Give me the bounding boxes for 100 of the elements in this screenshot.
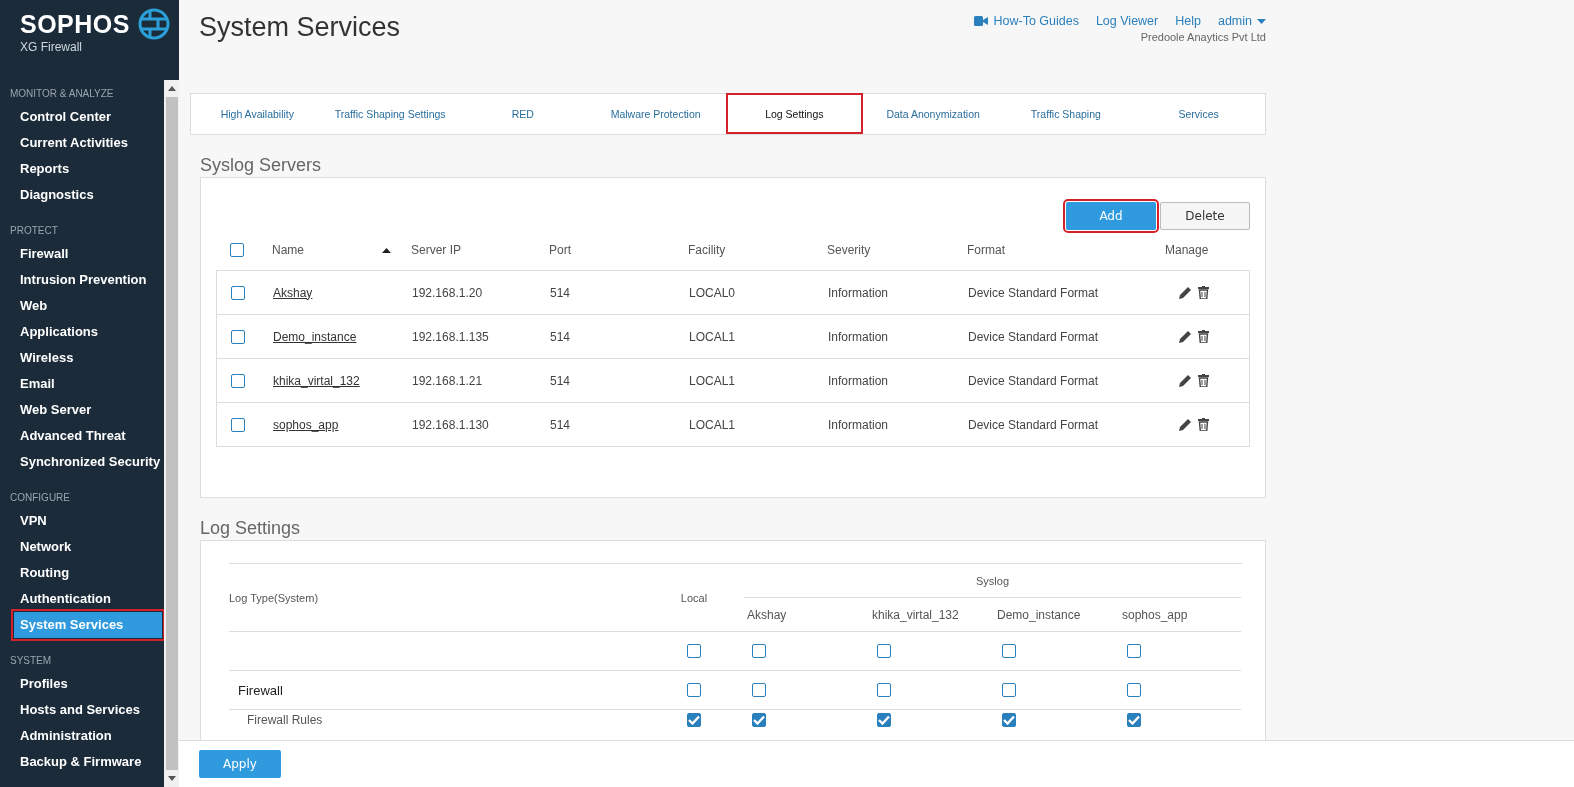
checkbox[interactable] bbox=[230, 243, 244, 257]
table-cell-text: 192.168.1.130 bbox=[412, 417, 490, 432]
checkbox[interactable] bbox=[1002, 683, 1016, 697]
trash-icon[interactable] bbox=[1198, 285, 1209, 299]
tab[interactable]: Data Anonymization bbox=[866, 94, 1000, 134]
column-header[interactable]: Manage bbox=[1165, 243, 1245, 257]
sidebar-item[interactable]: Synchronized Security bbox=[0, 449, 162, 475]
edit-icon[interactable] bbox=[1178, 285, 1192, 300]
checkbox[interactable] bbox=[877, 683, 891, 697]
log-type-label: Firewall bbox=[238, 682, 283, 698]
column-header: Local bbox=[644, 564, 744, 632]
column-header[interactable]: Severity bbox=[827, 243, 967, 257]
globe-icon bbox=[138, 8, 170, 40]
sidebar-item[interactable]: VPN bbox=[0, 508, 162, 534]
sidebar-item[interactable]: Authentication bbox=[0, 586, 162, 612]
caret-down-icon bbox=[1257, 18, 1266, 24]
tab[interactable]: Traffic Shaping Settings bbox=[323, 94, 457, 134]
sidebar-item[interactable]: Current Activities bbox=[0, 130, 162, 156]
column-header[interactable]: Facility bbox=[688, 243, 827, 257]
table-cell-text: Device Standard Format bbox=[968, 373, 1100, 388]
sidebar-item[interactable]: Web Server bbox=[0, 397, 162, 423]
sidebar-item[interactable]: Backup & Firmware bbox=[0, 749, 162, 775]
check-icon bbox=[878, 715, 890, 725]
video-camera-icon bbox=[974, 16, 989, 26]
edit-icon[interactable] bbox=[1178, 329, 1192, 344]
checkbox[interactable] bbox=[687, 713, 701, 727]
column-header[interactable]: Format bbox=[967, 243, 1165, 257]
sidebar-item[interactable]: Applications bbox=[0, 319, 162, 345]
checkbox[interactable] bbox=[1002, 644, 1016, 658]
table-cell-text: LOCAL1 bbox=[689, 373, 737, 388]
tab[interactable]: Log Settings bbox=[726, 93, 863, 134]
tab[interactable]: Services bbox=[1132, 94, 1265, 134]
sidebar-item[interactable]: Advanced Threat bbox=[0, 423, 162, 449]
column-header: Log Type(System) bbox=[229, 564, 644, 632]
column-header[interactable]: Port bbox=[549, 243, 688, 257]
checkbox[interactable] bbox=[752, 683, 766, 697]
table-cell-text: Device Standard Format bbox=[968, 329, 1100, 344]
sidebar-item[interactable]: Hosts and Services bbox=[0, 697, 162, 723]
tab[interactable]: Malware Protection bbox=[589, 94, 722, 134]
server-name-link[interactable]: Demo_instance bbox=[273, 329, 357, 344]
delete-button[interactable]: Delete bbox=[1160, 202, 1250, 230]
check-icon bbox=[688, 715, 700, 725]
server-name-link[interactable]: khika_virtal_132 bbox=[273, 373, 360, 388]
sidebar-item[interactable]: Diagnostics bbox=[0, 182, 162, 208]
edit-icon[interactable] bbox=[1178, 417, 1192, 432]
sidebar-item[interactable]: Profiles bbox=[0, 671, 162, 697]
sidebar-item[interactable]: Reports bbox=[0, 156, 162, 182]
check-icon bbox=[753, 715, 765, 725]
column-header[interactable]: Name bbox=[272, 243, 411, 257]
header-link[interactable]: Log Viewer bbox=[1095, 14, 1159, 28]
section-heading: SYSTEM bbox=[9, 654, 53, 668]
check-icon bbox=[1003, 715, 1015, 725]
checkbox[interactable] bbox=[877, 713, 891, 727]
table-cell-text: Information bbox=[828, 285, 890, 300]
header-link[interactable]: How-To Guides bbox=[974, 14, 1079, 28]
server-name-link[interactable]: Akshay bbox=[273, 285, 313, 300]
scrollbar-thumb[interactable] bbox=[165, 97, 178, 770]
checkbox[interactable] bbox=[687, 683, 701, 697]
trash-icon[interactable] bbox=[1198, 373, 1209, 387]
checkbox[interactable] bbox=[1127, 713, 1141, 727]
checkbox[interactable] bbox=[231, 373, 245, 388]
checkbox[interactable] bbox=[1002, 713, 1016, 727]
checkbox[interactable] bbox=[231, 329, 245, 344]
tab[interactable]: Traffic Shaping bbox=[999, 94, 1133, 134]
scrollbar[interactable] bbox=[164, 80, 179, 787]
table-cell-text: Information bbox=[828, 373, 890, 388]
table-cell-text: 192.168.1.20 bbox=[412, 285, 484, 300]
tab[interactable]: RED bbox=[456, 94, 590, 134]
header-link[interactable]: admin bbox=[1217, 14, 1266, 28]
checkbox[interactable] bbox=[231, 417, 245, 432]
table-cell-text: Device Standard Format bbox=[968, 285, 1100, 300]
sidebar-item[interactable]: Administration bbox=[0, 723, 162, 749]
server-name-link[interactable]: sophos_app bbox=[273, 417, 339, 432]
sidebar-item[interactable]: Web bbox=[0, 293, 162, 319]
tab[interactable]: High Availability bbox=[191, 94, 324, 134]
checkbox[interactable] bbox=[877, 644, 891, 658]
checkbox[interactable] bbox=[687, 644, 701, 658]
product-name: XG Firewall bbox=[20, 40, 83, 54]
sidebar-item[interactable]: Routing bbox=[0, 560, 162, 586]
table-cell-text: Information bbox=[828, 329, 890, 344]
sidebar-item[interactable]: Wireless bbox=[0, 345, 162, 371]
table-cell-text: LOCAL0 bbox=[689, 285, 737, 300]
sidebar-item[interactable]: Firewall bbox=[0, 241, 162, 267]
trash-icon[interactable] bbox=[1198, 417, 1209, 431]
section-title: Syslog Servers bbox=[200, 155, 323, 177]
table-cell-text: Device Standard Format bbox=[968, 417, 1100, 432]
checkbox[interactable] bbox=[752, 644, 766, 658]
checkbox[interactable] bbox=[752, 713, 766, 727]
checkbox[interactable] bbox=[1127, 683, 1141, 697]
sidebar-item[interactable]: Control Center bbox=[0, 104, 162, 130]
column-header[interactable]: Server IP bbox=[411, 243, 549, 257]
checkbox[interactable] bbox=[231, 285, 245, 300]
sidebar-item[interactable]: Email bbox=[0, 371, 162, 397]
sidebar-item[interactable]: Network bbox=[0, 534, 162, 560]
edit-icon[interactable] bbox=[1178, 373, 1192, 388]
scroll-down-icon bbox=[167, 776, 176, 781]
header-link[interactable]: Help bbox=[1175, 14, 1201, 28]
checkbox[interactable] bbox=[1127, 644, 1141, 658]
sidebar-item[interactable]: Intrusion Prevention bbox=[0, 267, 162, 293]
trash-icon[interactable] bbox=[1198, 329, 1209, 343]
